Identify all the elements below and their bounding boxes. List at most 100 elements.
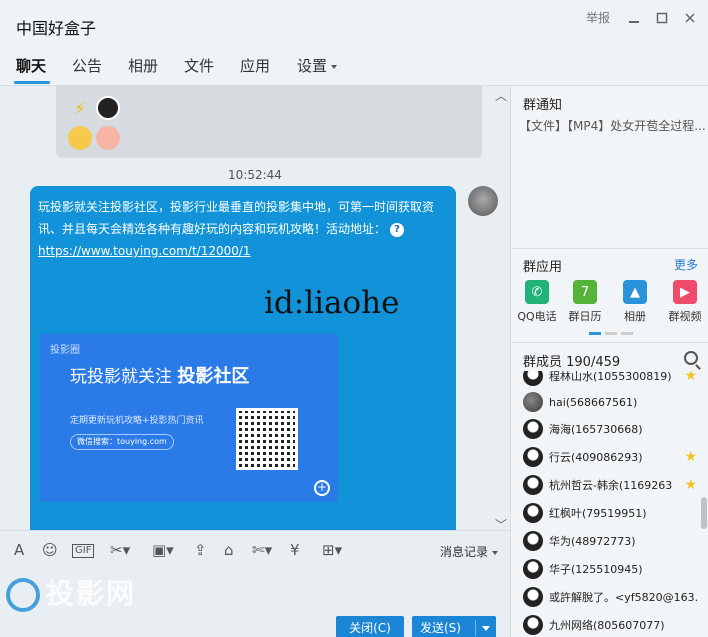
tab-settings[interactable]: 设置	[297, 55, 338, 76]
minimize-icon[interactable]	[626, 10, 642, 26]
gift-icon[interactable]: ⌂	[224, 541, 234, 559]
zoom-in-icon[interactable]: +	[314, 480, 330, 496]
star-icon: ★	[684, 371, 697, 384]
member-name: 红枫叶(79519951)	[549, 507, 647, 520]
member-list[interactable]: 程林山水(1055300819) ★ hai(568667561) 海海(1657…	[511, 371, 708, 637]
member-row[interactable]: 或許解脫了。<yf5820@163.	[523, 584, 699, 610]
member-name: 华为(48972773)	[549, 535, 636, 548]
input-toolbar: A ☺ GIF ✂▾ ▣▾ ⇪ ⌂ ✄▾ ¥ ⊞▾ 消息记录	[0, 530, 510, 566]
gif-icon[interactable]: GIF	[72, 544, 95, 558]
member-row[interactable]: hai(568667561)	[523, 389, 699, 415]
member-name: 海海(165730668)	[549, 423, 643, 436]
more-tools-icon[interactable]: ⊞▾	[322, 541, 342, 559]
card-site: 微信搜索：touying.com	[70, 434, 174, 450]
app-label: 群日历	[568, 310, 602, 323]
app-album[interactable]: ▲ 相册	[611, 280, 659, 324]
tab-apps[interactable]: 应用	[240, 55, 270, 76]
card-title: 玩投影就关注 投影社区	[70, 366, 249, 388]
send-button[interactable]: 发送(S)	[412, 616, 496, 637]
chevron-down-icon	[331, 64, 338, 69]
penguin-emoji-icon	[96, 96, 120, 120]
video-icon: ▶	[673, 280, 697, 304]
tab-settings-label: 设置	[297, 57, 328, 75]
member-name: 行云(409086293)	[549, 451, 643, 464]
member-row[interactable]: 行云(409086293) ★	[523, 444, 699, 470]
tab-files[interactable]: 文件	[184, 55, 214, 76]
card-logo: 投影圈	[50, 345, 80, 356]
apps-pager[interactable]	[589, 332, 633, 335]
avatar	[523, 371, 543, 386]
avatar	[523, 419, 543, 439]
member-row[interactable]: 红枫叶(79519951)	[523, 500, 699, 526]
upload-icon[interactable]: ⇪	[194, 541, 207, 559]
screenshot-icon[interactable]: ✄▾	[252, 541, 272, 559]
tab-bar: 聊天 公告 相册 文件 应用 设置	[0, 46, 708, 86]
qr-code-icon	[236, 408, 298, 470]
notice-title: 群通知	[523, 98, 563, 113]
app-label: 相册	[624, 310, 646, 323]
sender-avatar[interactable]	[468, 186, 498, 216]
title-bar: 中国好盒子 举报	[0, 0, 708, 46]
message-record-button[interactable]: 消息记录	[440, 543, 499, 560]
app-group-calendar[interactable]: 7 群日历	[561, 280, 609, 324]
tab-announcement[interactable]: 公告	[72, 55, 102, 76]
photo-icon: ▲	[623, 280, 647, 304]
message-timestamp: 10:52:44	[228, 168, 282, 182]
window-title: 中国好盒子	[16, 19, 97, 38]
star-icon: ★	[684, 449, 697, 465]
message-bubble[interactable]: 玩投影就关注投影社区，投影行业最垂直的投影集中地，可第一时间获取资讯、并且每天会…	[30, 186, 456, 530]
search-icon[interactable]	[684, 351, 698, 365]
close-button[interactable]: 关闭(C)	[336, 616, 404, 637]
scissors-screen-icon[interactable]: ✂▾	[110, 541, 130, 559]
lightning-emoji-icon: ⚡	[74, 98, 86, 118]
close-icon[interactable]	[682, 10, 698, 26]
report-button[interactable]: 举报	[586, 9, 610, 26]
help-icon[interactable]: ?	[390, 222, 405, 237]
calendar-icon: 7	[573, 280, 597, 304]
group-side-panel: 群通知 【文件】【MP4】处女开苞全过程... 群应用 更多 ✆ QQ电话 7 …	[510, 86, 708, 637]
divider	[511, 248, 708, 249]
message-record-label: 消息记录	[440, 545, 489, 559]
app-qq-call[interactable]: ✆ QQ电话	[513, 280, 561, 324]
card-title-prefix: 玩投影就关注	[70, 367, 172, 387]
more-apps-link[interactable]: 更多	[674, 256, 698, 273]
member-name: 或許解脫了。<yf5820@163.	[549, 591, 699, 604]
member-row[interactable]: 海海(165730668)	[523, 416, 699, 442]
avatar	[523, 531, 543, 551]
image-icon[interactable]: ▣▾	[152, 541, 174, 559]
font-icon[interactable]: A	[14, 541, 24, 559]
maximize-icon[interactable]	[654, 10, 670, 26]
member-row[interactable]: 程林山水(1055300819) ★	[523, 371, 699, 389]
emoji-icon[interactable]: ☺	[42, 541, 58, 559]
member-name: hai(568667561)	[549, 395, 638, 409]
tab-chat[interactable]: 聊天	[16, 55, 46, 76]
member-row[interactable]: 华为(48972773)	[523, 528, 699, 554]
member-row[interactable]: 九州网络(805607077)	[523, 612, 699, 637]
avatar	[523, 587, 543, 607]
avatar	[523, 475, 543, 495]
card-title-bold: 投影社区	[177, 366, 250, 387]
chat-area[interactable]: ⚡ ︿ 10:52:44 玩投影就关注投影社区，投影行业最垂直的投影集中地，可第…	[0, 86, 510, 530]
members-title: 群成员 190/459	[523, 355, 621, 370]
crying-face-emoji-icon	[68, 126, 92, 150]
divider	[511, 342, 708, 343]
pig-emoji-icon	[96, 126, 120, 150]
scroll-down-icon[interactable]: ﹀	[495, 516, 507, 530]
send-options-chevron-icon[interactable]	[482, 626, 490, 631]
apps-title: 群应用	[523, 260, 563, 275]
promo-card-image[interactable]: 投影圈 玩投影就关注 投影社区 定期更新玩机攻略+投影热门资讯 微信搜索：tou…	[40, 334, 338, 502]
message-input[interactable]: 投影网 关闭(C) 发送(S)	[0, 566, 510, 637]
avatar	[523, 503, 543, 523]
notice-text[interactable]: 【文件】【MP4】处女开苞全过程...	[519, 117, 705, 134]
member-row[interactable]: 华子(125510945)	[523, 556, 699, 582]
member-name: 程林山水(1055300819)	[549, 371, 672, 383]
app-group-video[interactable]: ▶ 群视频	[661, 280, 708, 324]
red-packet-icon[interactable]: ¥	[290, 541, 300, 559]
card-subtitle: 定期更新玩机攻略+投影热门资讯	[70, 416, 204, 426]
member-row[interactable]: 杭州哲云-韩余(1169263 ★	[523, 472, 699, 498]
message-link[interactable]: https://www.touying.com/t/12000/1	[38, 240, 448, 262]
tab-album[interactable]: 相册	[128, 55, 158, 76]
scroll-up-icon[interactable]: ︿	[495, 87, 507, 104]
member-list-scrollbar[interactable]	[701, 497, 707, 529]
chevron-down-icon	[492, 550, 499, 555]
